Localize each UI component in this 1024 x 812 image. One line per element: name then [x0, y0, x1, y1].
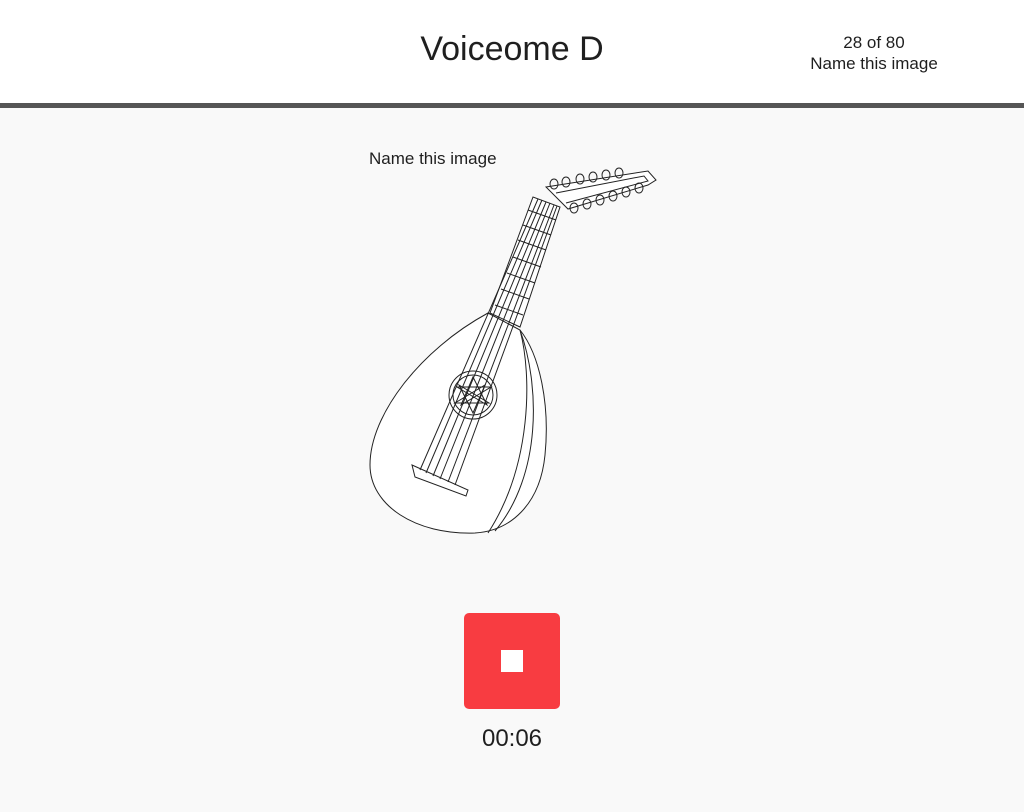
progress-task-label: Name this image [810, 54, 938, 73]
recording-timer: 00:06 [481, 725, 543, 752]
header-bar: Voiceome D 28 of 80 Name this image [0, 0, 1024, 108]
stop-icon [501, 650, 523, 672]
stop-recording-button[interactable] [464, 613, 560, 709]
progress-indicator: 28 of 80 Name this image [784, 32, 964, 74]
progress-count: 28 of 80 [843, 33, 905, 52]
lute-image [369, 167, 657, 534]
